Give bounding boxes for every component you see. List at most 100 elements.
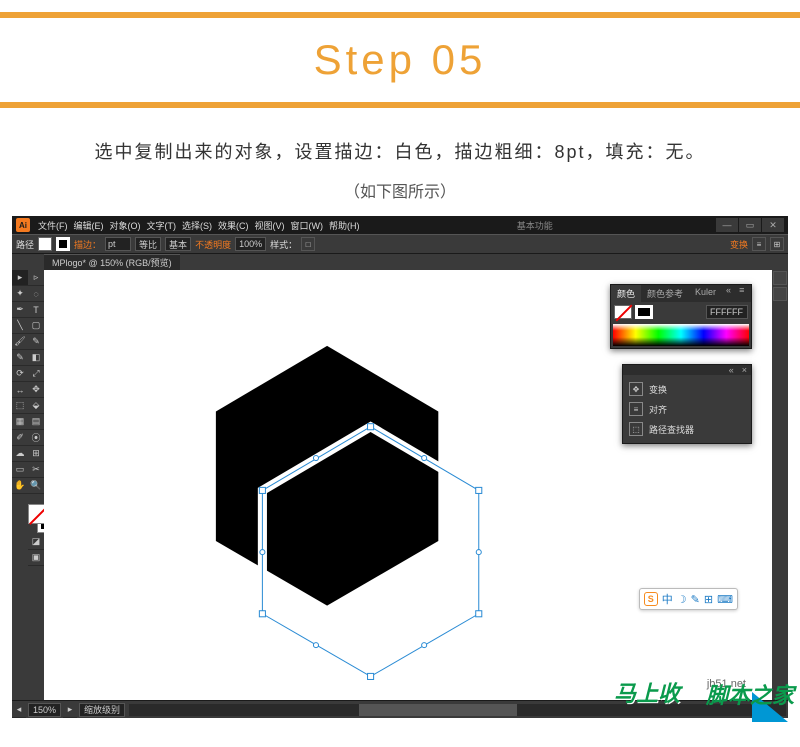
status-mode[interactable]: 缩放级别 <box>79 703 125 717</box>
ime-toolbar[interactable]: S 中 ☽ ✎ ⊞ ⌨ <box>639 588 738 610</box>
sogou-icon[interactable]: S <box>644 592 658 606</box>
screen-mode-icon[interactable]: ▣ <box>28 550 44 566</box>
slice-tool[interactable]: ✂ <box>28 462 44 478</box>
menu-select[interactable]: 选择(S) <box>182 219 212 232</box>
ime-keyboard-icon[interactable]: ⌨ <box>717 593 733 606</box>
dock-icon[interactable] <box>773 271 787 285</box>
menu-file[interactable]: 文件(F) <box>38 219 68 232</box>
arrange-icon[interactable]: ⊞ <box>770 237 784 251</box>
maximize-button[interactable]: ▭ <box>739 218 761 232</box>
pathfinder-icon: ⬚ <box>629 422 643 436</box>
toolbox-col-b: ▹ ◌ T ▢ ✎ ◧ ⤢ ✥ ⬙ ▤ ⦿ ⊞ ✂ 🔍 ◪ <box>28 270 44 700</box>
minimize-button[interactable]: — <box>716 218 738 232</box>
type-tool[interactable]: T <box>28 302 44 318</box>
color-guide-tab[interactable]: 颜色参考 <box>641 285 689 302</box>
divider-mid <box>0 102 800 108</box>
close-button[interactable]: ✕ <box>762 218 784 232</box>
scale-tool[interactable]: ⤢ <box>28 366 44 382</box>
stroke-weight-input[interactable] <box>105 237 131 251</box>
width-tool[interactable]: ↔ <box>12 382 28 398</box>
free-transform-tool[interactable]: ✥ <box>28 382 44 398</box>
panel-collapse-icon[interactable]: « <box>725 365 738 375</box>
magic-wand-tool[interactable]: ✦ <box>12 286 28 302</box>
panel-close-icon[interactable]: × <box>738 365 751 375</box>
brush-definition[interactable]: 基本 <box>165 237 191 251</box>
menu-effect[interactable]: 效果(C) <box>218 219 249 232</box>
first-artboard-icon[interactable]: ◂ <box>12 702 26 718</box>
menu-text[interactable]: 文字(T) <box>147 219 177 232</box>
color-mode-icon[interactable]: ◪ <box>28 534 44 550</box>
stroke-swatch[interactable] <box>56 237 70 251</box>
blend-tool[interactable]: ⦿ <box>28 430 44 446</box>
eraser-tool[interactable]: ◧ <box>28 350 44 366</box>
line-tool[interactable]: ╲ <box>12 318 28 334</box>
selection-type: 路径 <box>16 238 34 251</box>
selection-tool[interactable]: ▸ <box>12 270 28 286</box>
shape-builder-tool[interactable]: ⬚ <box>12 398 28 414</box>
opacity-value[interactable]: 100% <box>235 237 266 251</box>
pen-tool[interactable]: ✒ <box>12 302 28 318</box>
zoom-field[interactable]: 150% <box>28 703 61 717</box>
eyedropper-tool[interactable]: ✐ <box>12 430 28 446</box>
panel-row-align[interactable]: ≡ 对齐 <box>625 399 749 419</box>
align-icon[interactable]: ≡ <box>752 237 766 251</box>
step-title: Step 05 <box>0 18 800 102</box>
graph-tool[interactable]: ⊞ <box>28 446 44 462</box>
paintbrush-tool[interactable]: 🖌 <box>12 334 28 350</box>
ime-softkbd-icon[interactable]: ⊞ <box>704 593 713 606</box>
lasso-tool[interactable]: ◌ <box>28 286 44 302</box>
menu-object[interactable]: 对象(O) <box>110 219 141 232</box>
document-tabs: MPlogo* @ 150% (RGB/预览) <box>12 254 788 270</box>
panel-row-transform[interactable]: ✥ 变换 <box>625 379 749 399</box>
fill-none-icon[interactable] <box>614 305 632 319</box>
kuler-tab[interactable]: Kuler <box>689 285 722 302</box>
menu-help[interactable]: 帮助(H) <box>329 219 360 232</box>
next-artboard-icon[interactable]: ▸ <box>63 702 77 718</box>
zoom-tool[interactable]: 🔍 <box>28 478 44 494</box>
fill-swatch[interactable] <box>38 237 52 251</box>
style-swatch[interactable]: □ <box>301 237 315 251</box>
canvas[interactable]: 颜色 颜色参考 Kuler « ≡ FFFFFF <box>44 270 772 700</box>
instruction-text: 选中复制出来的对象，设置描边：白色，描边粗细：8pt，填充：无。 <box>0 138 800 164</box>
dock-icon[interactable] <box>773 287 787 301</box>
row-label: 变换 <box>649 383 667 396</box>
pencil-tool[interactable]: ✎ <box>28 334 44 350</box>
menu: 文件(F) 编辑(E) 对象(O) 文字(T) 选择(S) 效果(C) 视图(V… <box>38 219 360 232</box>
symbol-tool[interactable]: ☁ <box>12 446 28 462</box>
blob-tool[interactable]: ✎ <box>12 350 28 366</box>
menu-edit[interactable]: 编辑(E) <box>74 219 104 232</box>
menu-view[interactable]: 视图(V) <box>255 219 285 232</box>
artboard-tool[interactable]: ▭ <box>12 462 28 478</box>
control-bar: 路径 描边： 等比 基本 不透明度 100% 样式： □ 变换 ≡ ⊞ <box>12 234 788 254</box>
ime-moon-icon[interactable]: ☽ <box>677 593 687 606</box>
menu-window[interactable]: 窗口(W) <box>291 219 324 232</box>
style-label: 样式： <box>270 238 297 251</box>
rectangle-tool[interactable]: ▢ <box>28 318 44 334</box>
perspective-tool[interactable]: ⬙ <box>28 398 44 414</box>
stroke-label: 描边： <box>74 238 101 251</box>
row-label: 对齐 <box>649 403 667 416</box>
mesh-tool[interactable]: ▦ <box>12 414 28 430</box>
transform-panel[interactable]: « × ✥ 变换 ≡ 对齐 ⬚ <box>622 364 752 444</box>
ime-punct-icon[interactable]: ✎ <box>691 593 700 606</box>
color-spectrum[interactable] <box>613 324 749 346</box>
hex-field[interactable]: FFFFFF <box>706 305 748 319</box>
panel-menu-icon[interactable]: ≡ <box>735 285 748 302</box>
workspace-label[interactable]: 基本功能 <box>517 219 553 232</box>
variable-width-profile[interactable]: 等比 <box>135 237 161 251</box>
menu-bar: Ai 文件(F) 编辑(E) 对象(O) 文字(T) 选择(S) 效果(C) 视… <box>12 216 788 234</box>
hand-tool[interactable]: ✋ <box>12 478 28 494</box>
direct-selection-tool[interactable]: ▹ <box>28 270 44 286</box>
ime-lang[interactable]: 中 <box>662 591 673 607</box>
panel-row-pathfinder[interactable]: ⬚ 路径查找器 <box>625 419 749 439</box>
horizontal-scrollbar[interactable] <box>129 704 786 716</box>
transform-link[interactable]: 变换 <box>730 238 748 251</box>
rotate-tool[interactable]: ⟳ <box>12 366 28 382</box>
gradient-tool[interactable]: ▤ <box>28 414 44 430</box>
document-tab[interactable]: MPlogo* @ 150% (RGB/预览) <box>44 254 180 270</box>
color-tab[interactable]: 颜色 <box>611 285 641 302</box>
color-panel[interactable]: 颜色 颜色参考 Kuler « ≡ FFFFFF <box>610 284 752 349</box>
stroke-swatch-icon[interactable] <box>635 305 653 319</box>
watermark-text: 马上收 <box>614 676 680 708</box>
panel-collapse-icon[interactable]: « <box>722 285 735 302</box>
